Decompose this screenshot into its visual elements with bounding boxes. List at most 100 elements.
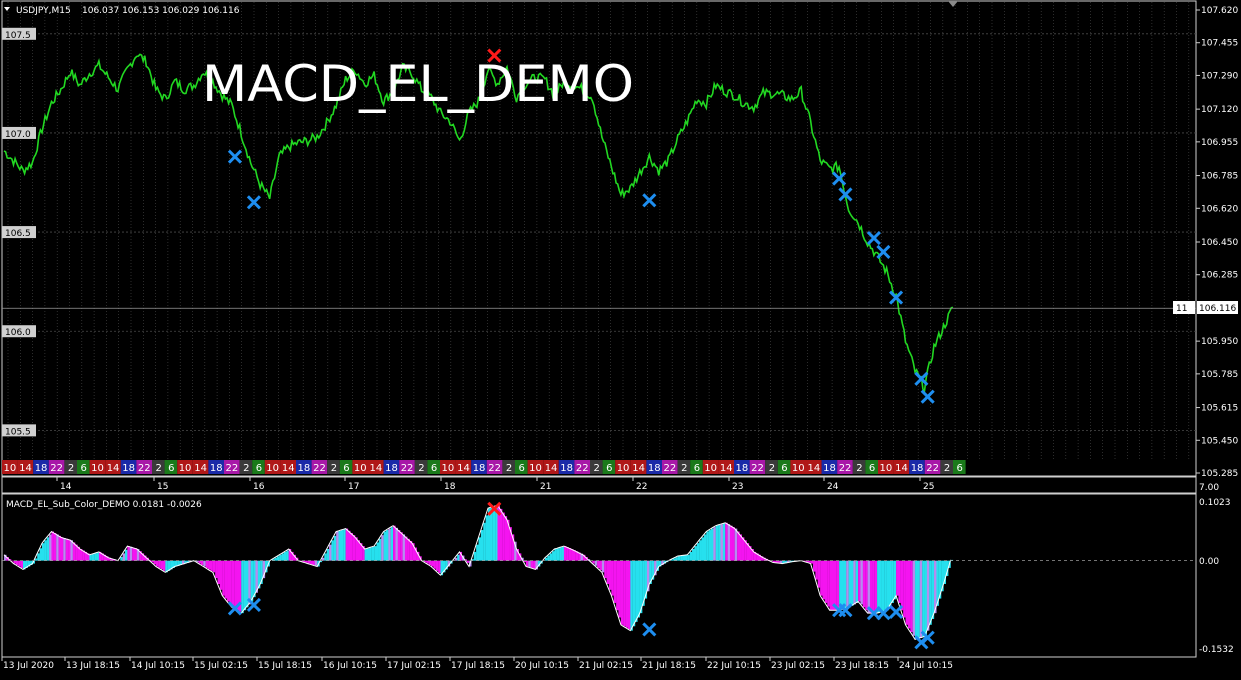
session-label: 22 [50,463,63,474]
histogram-bar [385,530,389,561]
histogram-bar [827,560,830,607]
histogram-bar [924,560,928,637]
histogram-bar [340,530,344,561]
histogram-bar [855,560,859,603]
session-label: 2 [418,463,424,474]
histogram-bar [846,560,849,609]
histogram-bar [627,560,631,630]
session-label: 2 [769,463,775,474]
level-label: 107.5 [5,31,31,41]
histogram-bar [63,538,66,561]
histogram-bar [321,557,325,561]
day-label: 15 [157,482,168,492]
histogram-bar [611,560,614,596]
histogram-bar [502,512,505,561]
histogram-bar [457,554,460,561]
macd-pane[interactable]: MACD_EL_Sub_Color_DEMO 0.0181 -0.0026 [1,493,1197,658]
histogram-bar [366,548,370,561]
histogram-bar [487,508,491,561]
histogram-bar [369,547,372,561]
histogram-bar [495,505,498,561]
histogram-bar [696,543,700,561]
histogram-bar [376,542,379,561]
session-label: 6 [519,463,525,474]
session-label: 14 [808,463,821,474]
histogram-bar [549,553,553,561]
histogram-bar [274,557,277,561]
time-label: 22 Jul 10:15 [707,661,761,671]
price-axis-label: 105.950 [1201,337,1238,347]
histogram-bar [219,560,223,590]
histogram-bar [544,557,548,561]
session-label: 22 [488,463,501,474]
histogram-bar [56,534,59,561]
histogram-bar [530,560,534,568]
histogram-bar [478,537,481,561]
session-label: 6 [869,463,875,474]
histogram-bar [314,560,318,566]
histogram-bar [616,560,619,611]
day-label: 18 [444,482,456,492]
histogram-bar [737,531,740,561]
histogram-bar [345,528,349,561]
session-label: 18 [210,463,223,474]
histogram-bar [692,548,695,561]
histogram-bar [623,560,626,627]
macd-axis-bottom: -0.1532 [1199,645,1234,655]
time-label: 13 Jul 18:15 [66,661,120,671]
histogram-bar [839,560,842,611]
time-axis: 13 Jul 2020 13 Jul 18:15 14 Jul 10:15 15 Ju… [1,657,953,671]
time-label: 24 Jul 10:15 [899,661,953,671]
session-label: 2 [594,463,600,474]
histogram-bar [490,507,493,561]
current-price-tag: 11 106.116 [1173,301,1238,314]
histogram-bar [18,560,21,567]
histogram-bar [620,560,624,625]
histogram-bar [39,548,43,561]
histogram-bar [333,535,337,561]
histogram-bar [404,536,408,561]
histogram-bar [729,525,733,561]
session-label: 6 [957,463,963,474]
day-label: 24 [827,482,839,492]
histogram-bar [822,560,826,600]
histogram-bar [205,560,209,568]
histogram-bar [711,528,714,561]
histogram-bar [713,527,716,561]
histogram-bar [208,560,211,570]
histogram-bar [843,560,847,609]
histogram-bar [525,560,529,567]
level-label: 106.0 [5,328,31,338]
histogram-bar [834,560,837,611]
session-label: 6 [256,463,262,474]
histogram-bar [155,560,159,567]
session-label: 6 [431,463,437,474]
histogram-bar [900,560,904,611]
session-label: 10 [529,463,542,474]
time-label: 21 Jul 18:15 [642,661,696,671]
price-axis: 107.620 107.455 107.290 107.120 106.955 106.7… [1196,6,1238,479]
price-axis-label: 106.620 [1201,204,1238,214]
histogram-bar [310,560,313,565]
macd-indicator-label: MACD_EL_Sub_Color_DEMO 0.0181 -0.0026 [6,500,202,510]
time-label: 13 Jul 2020 [3,661,54,671]
session-label: 2 [68,463,74,474]
histogram-bar [70,540,73,561]
histogram-bar [243,560,247,611]
histogram-bar [397,530,401,561]
session-label: 10 [4,463,17,474]
histogram-bar [917,560,920,639]
histogram-bar [120,557,123,561]
histogram-bar [566,547,569,561]
overlay-title: MACD_EL_DEMO [202,55,634,113]
histogram-bar [677,555,681,561]
histogram-bar [234,560,237,609]
histogram-bar [395,527,398,561]
histogram-bar [832,560,835,611]
histogram-bar [281,553,285,561]
price-axis-label: 107.455 [1201,39,1238,49]
histogram-bar [715,525,719,561]
session-label: 18 [648,463,661,474]
price-axis-label: 106.785 [1201,172,1238,182]
histogram-bar [563,546,567,561]
